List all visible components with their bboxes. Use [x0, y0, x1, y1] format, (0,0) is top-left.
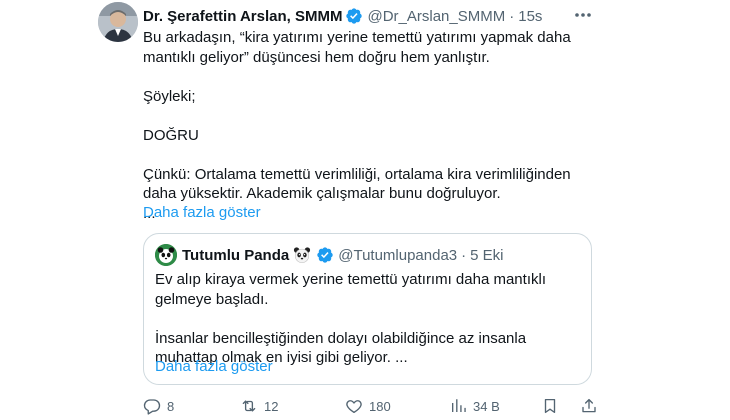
- quoted-author-name[interactable]: Tutumlu Panda: [182, 247, 289, 264]
- reply-icon: [143, 399, 161, 415]
- retweet-count: 12: [264, 398, 279, 414]
- tweet-paragraph: Bu arkadaşın, “kira yatırımı yerine teme…: [143, 29, 571, 66]
- bookmark-icon: [544, 398, 556, 414]
- quoted-tweet-card[interactable]: Tutumlu Panda @Tutumlupanda3 · 5 Eki Ev: [143, 233, 592, 385]
- retweet-button[interactable]: 12: [240, 396, 278, 416]
- tweet-paragraph: Şöyleki;: [143, 87, 196, 105]
- show-more-link[interactable]: Daha fazla göster: [143, 204, 261, 221]
- like-icon: [346, 400, 362, 414]
- tweet-timestamp[interactable]: 15s: [518, 8, 542, 25]
- author-avatar[interactable]: [98, 2, 138, 42]
- header-separator: ·: [509, 7, 515, 25]
- views-count: 34 B: [473, 398, 500, 414]
- verified-badge-icon[interactable]: [345, 7, 363, 25]
- tweet-header: Dr. Şerafettin Arslan, SMMM @Dr_Arslan_S…: [143, 6, 542, 26]
- share-button[interactable]: [580, 396, 598, 416]
- author-handle[interactable]: @Dr_Arslan_SMMM: [367, 8, 505, 25]
- tweet-text: Bu arkadaşın, “kira yatırımı yerine teme…: [143, 28, 583, 223]
- views-icon: [452, 399, 466, 412]
- views-button[interactable]: 34 B: [449, 396, 500, 416]
- quoted-author-handle[interactable]: @Tutumlupanda3: [338, 247, 457, 264]
- bookmark-button[interactable]: [541, 396, 559, 416]
- quoted-show-more-link[interactable]: Daha fazla göster: [155, 358, 273, 375]
- like-count: 180: [369, 398, 391, 414]
- tweet-action-bar: 8 12 180 34 B: [143, 396, 598, 416]
- quoted-tweet-text: Ev alıp kiraya vermek yerine temettü yat…: [155, 270, 585, 368]
- panda-emoji-icon: [293, 246, 311, 264]
- retweet-icon: [242, 400, 256, 412]
- quoted-tweet-timestamp[interactable]: 5 Eki: [470, 247, 503, 264]
- quoted-tweet-header: Tutumlu Panda @Tutumlupanda3 · 5 Eki: [182, 245, 504, 265]
- like-button[interactable]: 180: [345, 396, 391, 416]
- verified-badge-icon[interactable]: [316, 246, 334, 264]
- tweet-paragraph: DOĞRU: [143, 126, 199, 144]
- reply-button[interactable]: 8: [143, 396, 174, 416]
- more-options-icon[interactable]: [573, 7, 593, 23]
- quoted-header-separator: ·: [461, 246, 467, 264]
- reply-count: 8: [167, 398, 175, 414]
- share-icon: [582, 398, 596, 413]
- quoted-author-avatar[interactable]: [155, 244, 177, 266]
- author-name[interactable]: Dr. Şerafettin Arslan, SMMM: [143, 8, 342, 25]
- quoted-paragraph: Ev alıp kiraya vermek yerine temettü yat…: [155, 271, 546, 308]
- tweet-paragraph: Çünkü: Ortalama temettü verimliliği, ort…: [143, 165, 571, 203]
